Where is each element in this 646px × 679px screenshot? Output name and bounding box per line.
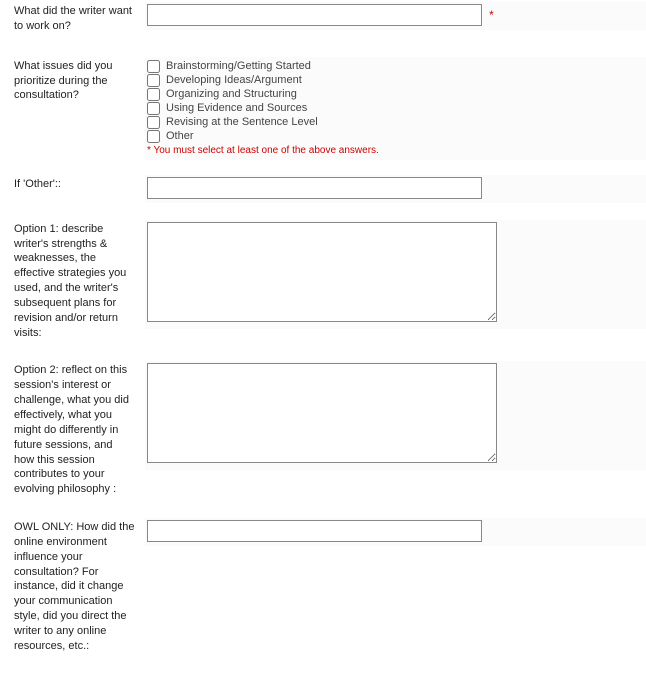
checkbox-row: Using Evidence and Sources — [147, 102, 636, 115]
textarea-option1[interactable] — [147, 222, 497, 322]
checkbox-evidence[interactable] — [147, 102, 160, 115]
label-option1: Option 1: describe writer's strengths & … — [0, 220, 145, 345]
field-writer-want: * — [145, 2, 646, 30]
checkbox-developing[interactable] — [147, 74, 160, 87]
checkbox-row: Developing Ideas/Argument — [147, 74, 636, 87]
checkbox-row: Brainstorming/Getting Started — [147, 60, 636, 73]
row-writer-want: What did the writer want to work on? * — [0, 0, 646, 43]
input-owl[interactable] — [147, 520, 482, 542]
field-other — [145, 175, 646, 203]
checkbox-brainstorming[interactable] — [147, 60, 160, 73]
field-option1 — [145, 220, 646, 329]
label-owl: OWL ONLY: How did the online environment… — [0, 518, 145, 658]
input-writer-want[interactable] — [147, 4, 482, 26]
textarea-option2[interactable] — [147, 363, 497, 463]
row-issues: What issues did you prioritize during th… — [0, 43, 646, 165]
label-option2: Option 2: reflect on this session's inte… — [0, 361, 145, 501]
row-option1: Option 1: describe writer's strengths & … — [0, 208, 646, 350]
label-writer-want: What did the writer want to work on? — [0, 2, 145, 38]
checkbox-revising[interactable] — [147, 116, 160, 129]
checkbox-label: Brainstorming/Getting Started — [166, 60, 311, 72]
checkbox-label: Organizing and Structuring — [166, 88, 297, 100]
checkbox-label: Developing Ideas/Argument — [166, 74, 302, 86]
checkbox-label: Using Evidence and Sources — [166, 102, 307, 114]
field-issues: Brainstorming/Getting Started Developing… — [145, 57, 646, 160]
checkbox-label: Other — [166, 130, 194, 142]
checkbox-other[interactable] — [147, 130, 160, 143]
checkbox-label: Revising at the Sentence Level — [166, 116, 318, 128]
label-other: If 'Other':: — [0, 175, 145, 196]
input-other[interactable] — [147, 177, 482, 199]
checkbox-organizing[interactable] — [147, 88, 160, 101]
label-issues: What issues did you prioritize during th… — [0, 57, 145, 108]
row-owl: OWL ONLY: How did the online environment… — [0, 506, 646, 679]
checkbox-row: Other — [147, 130, 636, 143]
required-marker: * — [489, 4, 494, 22]
checkbox-row: Revising at the Sentence Level — [147, 116, 636, 129]
row-option2: Option 2: reflect on this session's inte… — [0, 349, 646, 506]
field-owl — [145, 518, 646, 546]
row-other: If 'Other':: — [0, 165, 646, 208]
checkbox-row: Organizing and Structuring — [147, 88, 636, 101]
field-option2 — [145, 361, 646, 470]
validation-message: * You must select at least one of the ab… — [147, 145, 636, 156]
